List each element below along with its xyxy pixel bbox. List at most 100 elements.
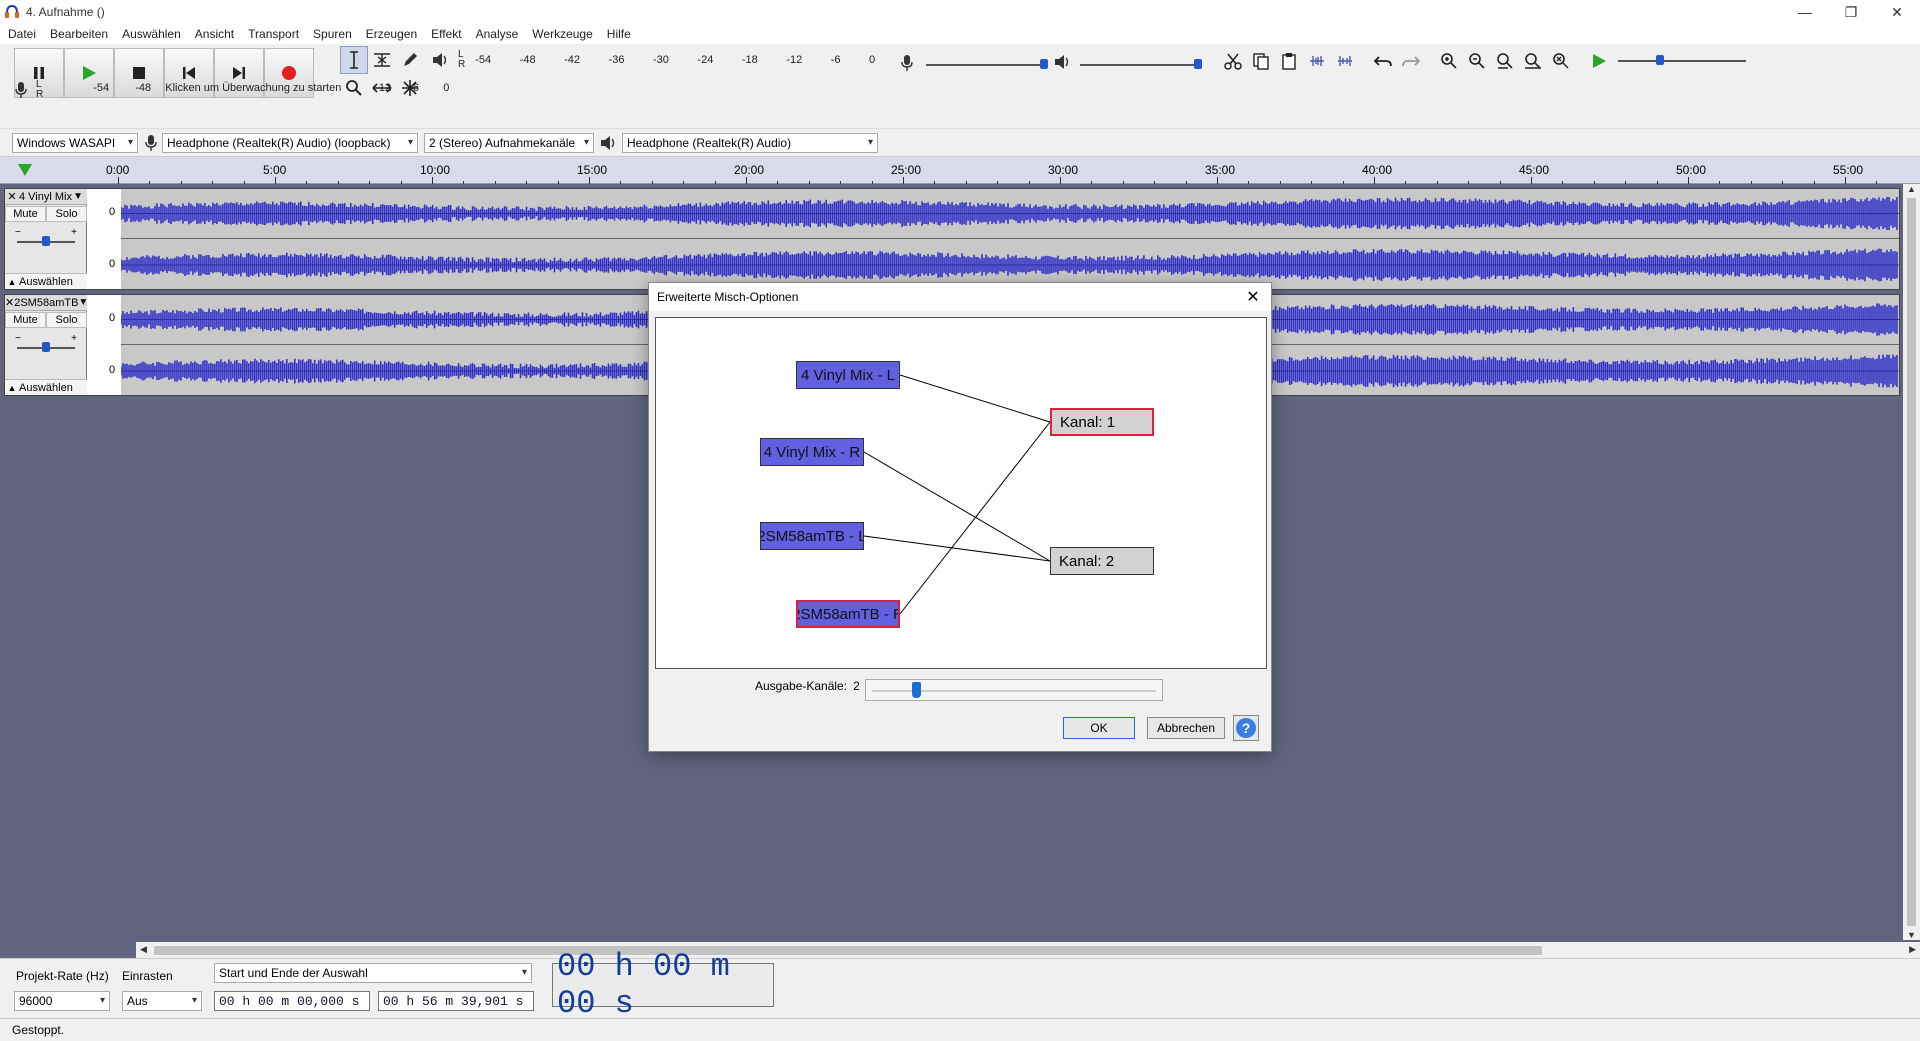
fit-selection-button[interactable] [1492, 48, 1518, 74]
menu-bearbeiten[interactable]: Bearbeiten [50, 27, 108, 41]
ruler-tick [1468, 181, 1470, 184]
channels-dropdown[interactable]: 2 (Stereo) Aufnahmekanäle ▾ [424, 132, 594, 153]
channel-left[interactable] [121, 189, 1899, 239]
menu-ansicht[interactable]: Ansicht [195, 27, 234, 41]
collapse-track-icon[interactable]: ▲ [5, 277, 19, 287]
copy-button[interactable] [1248, 48, 1274, 74]
scroll-down-arrow-icon[interactable]: ▼ [1907, 930, 1916, 940]
dialog-close-icon[interactable]: ✕ [1243, 287, 1263, 307]
silence-button[interactable] [1332, 48, 1358, 74]
source-node-vinyl-r[interactable]: 4 Vinyl Mix - R [760, 438, 864, 466]
scroll-left-arrow-icon[interactable]: ◀ [140, 944, 147, 955]
horizontal-scroll-thumb[interactable] [154, 946, 1542, 955]
select-track-button[interactable]: ▲ Auswählen [5, 273, 87, 289]
playback-volume-thumb[interactable] [1194, 59, 1202, 69]
play-speed-slider[interactable] [1614, 48, 1750, 74]
zoom-toggle-button[interactable] [1548, 48, 1574, 74]
solo-button[interactable]: Solo [46, 206, 87, 222]
input-device-dropdown[interactable]: Headphone (Realtek(R) Audio) (loopback) … [162, 132, 418, 153]
cancel-button[interactable]: Abbrechen [1147, 717, 1225, 739]
redo-button[interactable] [1398, 48, 1424, 74]
paste-button[interactable] [1276, 48, 1302, 74]
audio-host-dropdown[interactable]: Windows WASAPI ▾ [12, 132, 138, 153]
minimize-button[interactable]: — [1782, 0, 1828, 24]
play-speed-thumb[interactable] [1656, 55, 1664, 65]
help-button[interactable]: ? [1233, 715, 1259, 741]
solo-button[interactable]: Solo [46, 312, 87, 328]
gain-thumb[interactable] [42, 342, 50, 352]
vertical-scroll-thumb[interactable] [1907, 198, 1916, 926]
scroll-right-arrow-icon[interactable]: ▶ [1909, 944, 1916, 955]
window-title: 4. Aufnahme () [26, 5, 105, 19]
menu-erzeugen[interactable]: Erzeugen [366, 27, 417, 41]
output-channel-2[interactable]: Kanal: 2 [1050, 547, 1154, 575]
audio-track[interactable]: ✕ 4 Vinyl Mix ▼ Mute Solo − + ▲ Auswähle… [4, 188, 1900, 290]
record-monitor-hint[interactable]: Klicken um Überwachung zu starten [165, 82, 341, 94]
gain-slider[interactable]: − + [15, 227, 77, 251]
menu-analyse[interactable]: Analyse [476, 27, 519, 41]
trim-button[interactable] [1304, 48, 1330, 74]
fit-project-button[interactable] [1520, 48, 1546, 74]
project-rate-dropdown[interactable]: 96000 ▾ [14, 991, 110, 1011]
output-channels-slider[interactable] [865, 679, 1163, 701]
recording-volume-thumb[interactable] [1040, 59, 1048, 69]
selection-start-time[interactable]: 00 h 00 m 00,000 s [214, 991, 370, 1011]
output-device-dropdown[interactable]: Headphone (Realtek(R) Audio) ▾ [622, 132, 878, 153]
draw-tool[interactable] [396, 46, 424, 74]
restore-button[interactable]: ❐ [1828, 0, 1874, 24]
track-menu-chevron-icon[interactable]: ▼ [73, 191, 83, 202]
vertical-scrollbar[interactable]: ▲ ▼ [1903, 184, 1920, 940]
track-name[interactable]: 4 Vinyl Mix [19, 191, 72, 203]
menu-spuren[interactable]: Spuren [313, 27, 352, 41]
undo-button[interactable] [1370, 48, 1396, 74]
snap-dropdown[interactable]: Aus ▾ [122, 991, 202, 1011]
track-name[interactable]: 2SM58amTB [14, 297, 78, 309]
menu-transport[interactable]: Transport [248, 27, 299, 41]
selection-tool[interactable] [340, 46, 368, 74]
status-text: Gestoppt. [12, 1023, 65, 1037]
source-node-vinyl-l[interactable]: 4 Vinyl Mix - L [796, 361, 900, 389]
project-rate-label: Projekt-Rate (Hz) [16, 969, 109, 983]
selection-mode-dropdown[interactable]: Start und Ende der Auswahl ▾ [214, 963, 532, 983]
selection-end-time[interactable]: 00 h 56 m 39,901 s [378, 991, 534, 1011]
select-track-button[interactable]: ▲ Auswählen [5, 379, 87, 395]
cut-button[interactable] [1220, 48, 1246, 74]
record-meter-scale[interactable]: -54 -48 Klicken um Überwachung zu starte… [59, 82, 459, 98]
output-channels-thumb[interactable] [912, 682, 921, 698]
gain-slider[interactable]: − + [15, 333, 77, 357]
audio-position-display[interactable]: 00 h 00 m 00 s [552, 948, 774, 1022]
ok-button[interactable]: OK [1063, 717, 1135, 739]
source-node-sm58-r[interactable]: 2SM58amTB - R [796, 600, 900, 628]
dialog-title-bar[interactable]: Erweiterte Misch-Optionen [649, 283, 1271, 311]
ruler-tick [463, 181, 465, 184]
gain-thumb[interactable] [42, 236, 50, 246]
envelope-tool[interactable] [368, 46, 396, 74]
menu-auswaehlen[interactable]: Auswählen [122, 27, 181, 41]
horizontal-scrollbar[interactable]: ◀ ▶ [136, 942, 1920, 958]
playback-volume-track[interactable] [1080, 64, 1200, 66]
menu-effekt[interactable]: Effekt [431, 27, 461, 41]
play-at-speed-button[interactable] [1586, 48, 1612, 74]
zoom-out-button[interactable] [1464, 48, 1490, 74]
collapse-track-icon[interactable]: ▲ [5, 383, 19, 393]
close-window-button[interactable]: ✕ [1874, 0, 1920, 24]
mute-button[interactable]: Mute [5, 206, 46, 222]
source-node-sm58-l[interactable]: 2SM58amTB - L [760, 522, 864, 550]
track-name-bar[interactable]: ✕ 4 Vinyl Mix ▼ [5, 189, 87, 205]
timeline-ruler[interactable]: 0:00 5:00 10:00 15:00 20:00 25:00 30:00 … [0, 157, 1920, 184]
waveform-area[interactable] [121, 189, 1899, 289]
menu-werkzeuge[interactable]: Werkzeuge [532, 27, 592, 41]
zoom-in-button[interactable] [1436, 48, 1462, 74]
output-channel-1[interactable]: Kanal: 1 [1050, 408, 1154, 436]
mute-button[interactable]: Mute [5, 312, 46, 328]
scroll-up-arrow-icon[interactable]: ▲ [1907, 184, 1916, 194]
recording-volume-track[interactable] [926, 64, 1044, 66]
menu-datei[interactable]: Datei [8, 27, 36, 41]
close-track-icon[interactable]: ✕ [5, 296, 14, 309]
close-track-icon[interactable]: ✕ [5, 190, 19, 203]
menu-hilfe[interactable]: Hilfe [607, 27, 631, 41]
playback-meter-scale[interactable]: -54 -48 -42 -36 -30 -24 -18 -12 -6 0 [475, 54, 875, 66]
track-name-bar[interactable]: ✕ 2SM58amTB ▼ [5, 295, 88, 311]
mix-matrix-canvas[interactable]: 4 Vinyl Mix - L 4 Vinyl Mix - R 2SM58amT… [655, 317, 1267, 669]
timeline-options-icon[interactable] [16, 161, 34, 179]
